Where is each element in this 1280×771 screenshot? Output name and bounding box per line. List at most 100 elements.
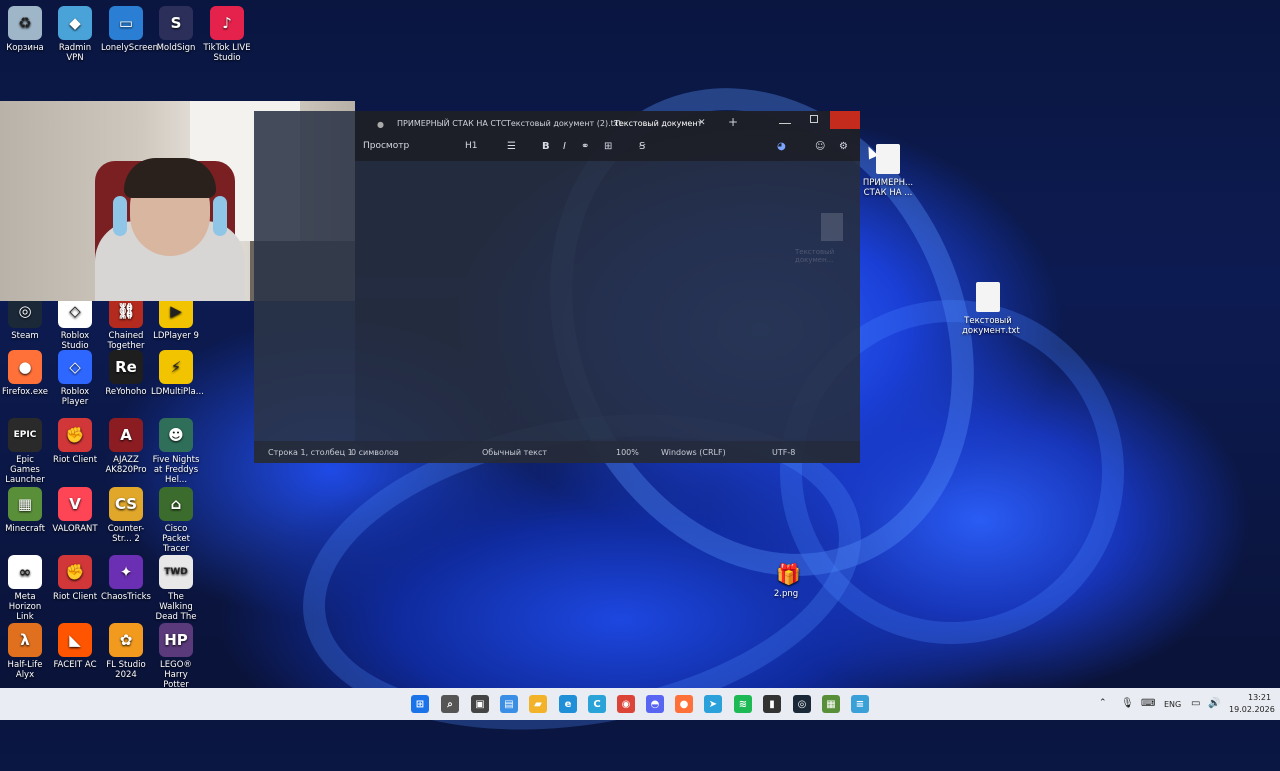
- firefox-icon: ●: [8, 350, 42, 384]
- notepad-blur-left: [254, 111, 355, 463]
- desktop-shortcut-label: Half-Life Alyx: [7, 660, 43, 680]
- minecraft-icon[interactable]: ▦: [822, 695, 840, 713]
- tiktok-icon: ♪: [210, 6, 244, 40]
- clock-date[interactable]: 19.02.2026: [1229, 705, 1275, 714]
- italic-button[interactable]: I: [563, 141, 566, 152]
- fl-studio-icon: ✿: [109, 623, 143, 657]
- faceit-icon: ◣: [58, 623, 92, 657]
- desktop-shortcut[interactable]: ◆ Radmin VPN: [50, 6, 100, 63]
- windows-start-icon[interactable]: ⊞: [411, 695, 429, 713]
- tab-primerny-stak[interactable]: ПРИМЕРНЫЙ СТАК НА СТС: [397, 119, 506, 128]
- notepad-icon[interactable]: ≡: [851, 695, 869, 713]
- desktop-shortcut[interactable]: λ Half-Life Alyx: [0, 623, 50, 680]
- maximize-icon[interactable]: [810, 115, 818, 123]
- keyboard-icon[interactable]: ⌨: [1141, 698, 1155, 709]
- clear-format-icon[interactable]: Ꞩ: [639, 141, 645, 152]
- desktop-shortcut[interactable]: S MoldSign: [151, 6, 201, 53]
- desktop-shortcut[interactable]: ⛓ Chained Together: [101, 294, 151, 351]
- settings-gear-icon[interactable]: ⚙: [839, 141, 848, 152]
- desktop-shortcut[interactable]: ∞ Meta Horizon Link: [0, 555, 50, 622]
- line-ending[interactable]: Windows (CRLF): [661, 448, 726, 457]
- telegram-icon[interactable]: ➤: [704, 695, 722, 713]
- tab-text-doc-active[interactable]: Текстовый документ: [614, 119, 702, 128]
- desktop-shortcut[interactable]: ⌂ Cisco Packet Tracer: [151, 487, 201, 554]
- usb-icon[interactable]: ▮: [763, 695, 781, 713]
- encoding[interactable]: UTF-8: [772, 448, 795, 457]
- desktop-shortcut[interactable]: ◇ Roblox Studio: [50, 294, 100, 351]
- desktop-shortcut[interactable]: ✊ Riot Client: [50, 418, 100, 465]
- link-icon[interactable]: ⚭: [581, 141, 589, 152]
- desktop-shortcut[interactable]: ● Firefox.exe: [0, 350, 50, 397]
- network-icon[interactable]: ▭: [1191, 698, 1200, 709]
- desktop-file[interactable]: Текстовый документ.txt: [962, 282, 1020, 336]
- desktop-shortcut[interactable]: ⚡ LDMultiPla...: [151, 350, 204, 397]
- edge-icon[interactable]: e: [559, 695, 577, 713]
- table-icon[interactable]: ⊞: [604, 141, 612, 152]
- spotify-icon[interactable]: ≋: [734, 695, 752, 713]
- desktop-file[interactable]: 🎁 2.png: [760, 562, 812, 599]
- ccleaner-icon[interactable]: C: [588, 695, 606, 713]
- heading-dropdown[interactable]: H1: [465, 141, 478, 151]
- widgets-icon[interactable]: ▤: [500, 695, 518, 713]
- desktop-shortcut[interactable]: ◎ Steam: [0, 294, 50, 341]
- notepad-titlebar[interactable]: ● ПРИМЕРНЫЙ СТАК НА СТС Текстовый докуме…: [355, 111, 860, 161]
- discord-icon[interactable]: ◓: [646, 695, 664, 713]
- riot-client-icon: ✊: [58, 555, 92, 589]
- bold-button[interactable]: B: [542, 141, 550, 152]
- task-view-icon[interactable]: ▣: [471, 695, 489, 713]
- tab-text-doc-2[interactable]: Текстовый документ (2).txt: [506, 119, 622, 128]
- desktop-shortcut[interactable]: ▦ Minecraft: [0, 487, 50, 534]
- text-file-icon: [876, 144, 900, 174]
- notepad-window[interactable]: ● ПРИМЕРНЫЙ СТАК НА СТС Текстовый докуме…: [254, 111, 860, 463]
- char-count: 0 символов: [351, 448, 399, 457]
- desktop-shortcut[interactable]: CS Counter-Str... 2: [101, 487, 151, 544]
- desktop-shortcut[interactable]: TWDThe Walking Dead The ...: [151, 555, 201, 632]
- language-indicator[interactable]: ENG: [1164, 700, 1181, 709]
- desktop-shortcut-label: FL Studio 2024: [106, 660, 146, 680]
- copilot-icon[interactable]: ◕: [777, 141, 786, 152]
- desktop-shortcut-label: LonelyScreen: [101, 43, 159, 53]
- ghost-file-label: Текстовый докумен...: [795, 248, 835, 264]
- desktop-shortcut[interactable]: ◇ Roblox Player: [50, 350, 100, 407]
- reyohoho-icon: Re: [109, 350, 143, 384]
- file-explorer-icon[interactable]: ▰: [529, 695, 547, 713]
- microphone-icon[interactable]: 🎙: [1121, 698, 1134, 709]
- desktop-shortcut[interactable]: ▭ LonelyScreen: [101, 6, 159, 53]
- close-tab-icon[interactable]: ✕: [698, 118, 706, 128]
- desktop-shortcut[interactable]: ♪ TikTok LIVE Studio: [202, 6, 252, 63]
- search-icon[interactable]: ⌕: [441, 695, 459, 713]
- epic-games-icon: EPIC: [8, 418, 42, 452]
- menu-view[interactable]: Просмотр: [363, 141, 409, 151]
- desktop-shortcut[interactable]: ✊ Riot Client: [50, 555, 100, 602]
- desktop-shortcut[interactable]: Re ReYohoho: [101, 350, 151, 397]
- minimize-icon[interactable]: [779, 113, 791, 124]
- desktop-shortcut[interactable]: ☻ Five Nights at Freddys Hel...: [151, 418, 201, 485]
- chrome-icon[interactable]: ◉: [617, 695, 635, 713]
- clock-time[interactable]: 13:21: [1248, 693, 1271, 702]
- desktop-shortcut-label: Radmin VPN: [58, 43, 92, 63]
- desktop-shortcut[interactable]: V VALORANT: [50, 487, 100, 534]
- desktop-shortcut[interactable]: ▶ LDPlayer 9: [151, 294, 201, 341]
- desktop-shortcut[interactable]: A AJAZZ AK820Pro: [101, 418, 151, 475]
- firefox-icon[interactable]: ●: [675, 695, 693, 713]
- desktop-shortcut[interactable]: ✿ FL Studio 2024: [101, 623, 151, 680]
- steam-icon[interactable]: ◎: [793, 695, 811, 713]
- volume-icon[interactable]: 🔊: [1208, 698, 1220, 709]
- zoom-level[interactable]: 100%: [616, 448, 639, 457]
- valorant-icon: V: [58, 487, 92, 521]
- close-window-button[interactable]: [830, 111, 860, 129]
- desktop-shortcut[interactable]: ♻ Корзина: [0, 6, 50, 53]
- account-icon[interactable]: ☺: [815, 141, 825, 152]
- desktop-shortcut[interactable]: ◣ FACEIT AC: [50, 623, 100, 670]
- desktop-shortcut[interactable]: EPIC Epic Games Launcher: [0, 418, 50, 485]
- text-format[interactable]: Обычный текст: [482, 448, 547, 457]
- desktop-file-label: ПРИМЕРН... СТАК НА ...: [862, 178, 914, 198]
- text-editor-area[interactable]: Текстовый докумен...: [355, 161, 860, 441]
- desktop-shortcut[interactable]: ✦ ChaosTricks: [101, 555, 151, 602]
- desktop-shortcut-label: Roblox Studio: [60, 331, 90, 351]
- chaostricks-icon: ✦: [109, 555, 143, 589]
- list-icon[interactable]: ☰: [507, 141, 516, 152]
- new-tab-button[interactable]: +: [728, 115, 738, 129]
- cs2-icon: CS: [109, 487, 143, 521]
- show-hidden-icons[interactable]: ⌃: [1099, 698, 1107, 708]
